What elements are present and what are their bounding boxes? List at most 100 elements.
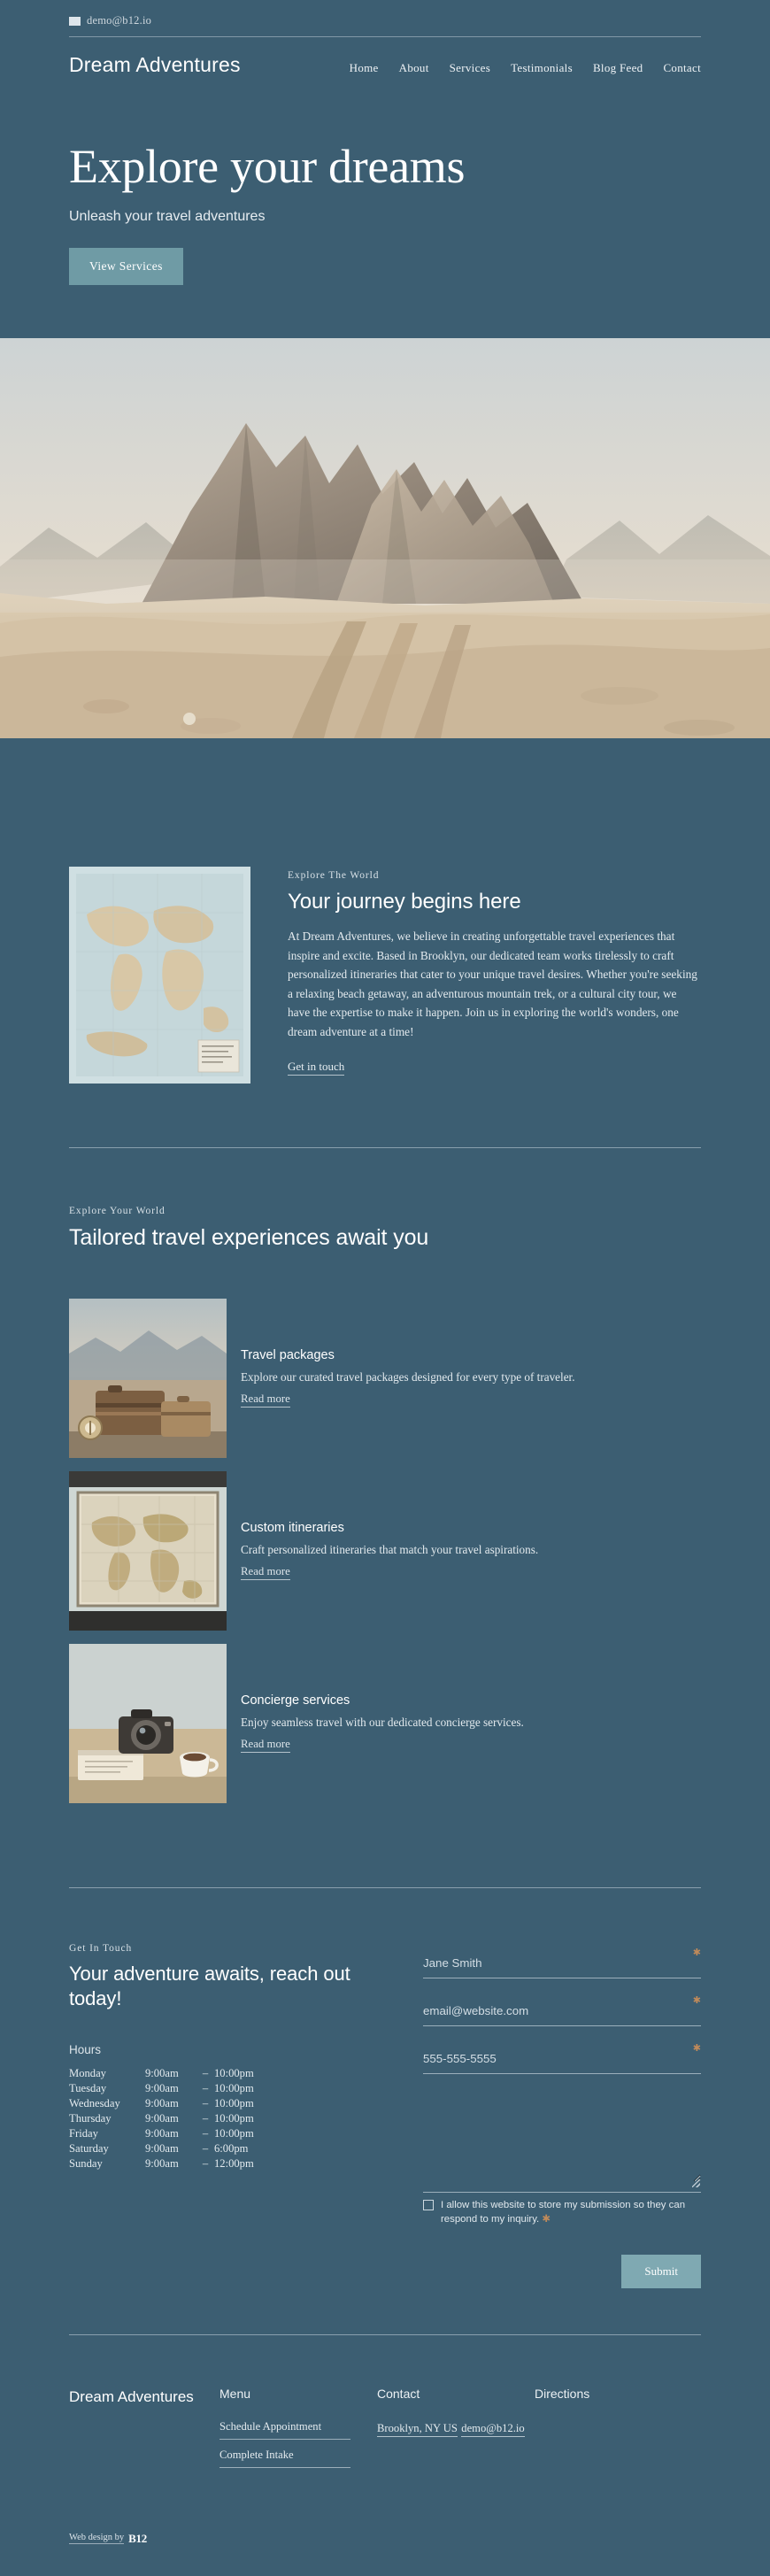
hero-title: Explore your dreams	[69, 140, 466, 193]
about-image	[69, 867, 250, 1084]
contact-info: Get In Touch Your adventure awaits, reac…	[69, 1943, 370, 2171]
hours-row: Wednesday 9:00am – 10:00pm	[69, 2096, 254, 2111]
message-textarea[interactable]	[423, 2096, 701, 2182]
get-in-touch-link[interactable]: Get in touch	[288, 1060, 345, 1076]
service-read-more-link[interactable]: Read more	[241, 1392, 290, 1408]
hero-subtitle: Unleash your travel adventures	[69, 209, 266, 225]
nav-item-testimonials[interactable]: Testimonials	[511, 61, 573, 75]
about-title: Your journey begins here	[288, 890, 521, 914]
top-bar-contact: demo@b12.io	[69, 14, 701, 36]
hours-day: Friday	[69, 2126, 98, 2140]
services-title: Tailored travel experiences await you	[69, 1225, 429, 1251]
name-field-wrap: ✱	[423, 1947, 701, 1978]
service-body: Custom itineraries Craft personalized it…	[227, 1471, 538, 1631]
about-text: Explore The World Your journey begins he…	[288, 867, 701, 1076]
consent-checkbox[interactable]	[423, 2199, 434, 2210]
hero-image	[0, 338, 770, 739]
nav-item-home[interactable]: Home	[350, 61, 379, 75]
service-image-concierge-services	[69, 1643, 227, 1803]
service-body: Concierge services Enjoy seamless travel…	[227, 1644, 524, 1803]
view-services-button[interactable]: View Services	[69, 248, 183, 286]
footer-credit: Web design by B12	[0, 2477, 770, 2576]
hours-table: Monday 9:00am – 10:00pm Tuesday 9:00am –…	[69, 2066, 254, 2171]
footer-heading-directions: Directions	[535, 2386, 590, 2401]
required-star: ✱	[692, 1947, 701, 1958]
hours-open: 9:00am	[145, 2096, 179, 2109]
footer-link-schedule-appointment[interactable]: Schedule Appointment	[219, 2420, 350, 2440]
contact-form: ✱ ✱ ✱ I allow this website to store my s…	[423, 1943, 701, 2288]
consent-label: I allow this website to store my submiss…	[441, 2198, 701, 2226]
hours-day: Saturday	[69, 2141, 109, 2155]
hours-open: 9:00am	[145, 2126, 179, 2140]
footer-column-menu: Menu Schedule Appointment Complete Intak…	[219, 2387, 377, 2477]
consent-row: I allow this website to store my submiss…	[423, 2198, 701, 2226]
hours-dash: –	[202, 2081, 209, 2094]
site-logo[interactable]: Dream Adventures	[69, 53, 241, 77]
hours-dash: –	[202, 2096, 209, 2109]
service-read-more-link[interactable]: Read more	[241, 1738, 290, 1754]
nav-item-services[interactable]: Services	[450, 61, 490, 75]
service-description: Explore our curated travel packages desi…	[241, 1370, 575, 1384]
hours-row: Monday 9:00am – 10:00pm	[69, 2066, 254, 2081]
nav-item-about[interactable]: About	[399, 61, 429, 75]
footer-link-email[interactable]: demo@b12.io	[461, 2422, 525, 2437]
mail-icon	[69, 16, 81, 26]
service-image-travel-packages	[69, 1298, 227, 1458]
service-item: Concierge services Enjoy seamless travel…	[69, 1643, 701, 1803]
service-item: Travel packages Explore our curated trav…	[69, 1298, 701, 1458]
nav-links: Home About Services Testimonials Blog Fe…	[350, 61, 701, 75]
footer-heading-menu: Menu	[219, 2386, 251, 2401]
required-star: ✱	[692, 2042, 701, 2054]
footer-brand: Dream Adventures	[69, 2387, 194, 2405]
about-section: Explore The World Your journey begins he…	[0, 738, 770, 1084]
services-eyebrow: Explore Your World	[69, 1206, 166, 1217]
footer-link-address[interactable]: Brooklyn, NY US	[377, 2422, 458, 2437]
nav-item-blog-feed[interactable]: Blog Feed	[593, 61, 643, 75]
hours-row: Tuesday 9:00am – 10:00pm	[69, 2081, 254, 2096]
hero-section: Explore your dreams Unleash your travel …	[0, 77, 770, 338]
main-navigation: Dream Adventures Home About Services Tes…	[0, 37, 770, 77]
hours-close: 10:00pm	[214, 2096, 254, 2109]
hours-day: Wednesday	[69, 2096, 120, 2109]
contact-section: Get In Touch Your adventure awaits, reac…	[0, 1888, 770, 2288]
site-footer: Dream Adventures Menu Schedule Appointme…	[0, 2335, 770, 2477]
service-item: Custom itineraries Craft personalized it…	[69, 1470, 701, 1631]
service-description: Enjoy seamless travel with our dedicated…	[241, 1716, 524, 1730]
hours-dash: –	[202, 2156, 209, 2170]
credit-brand-b12[interactable]: B12	[128, 2532, 147, 2546]
credit-text: Web design by	[69, 2533, 125, 2545]
hours-day: Thursday	[69, 2111, 112, 2125]
message-field-wrap	[423, 2096, 701, 2193]
footer-column-contact: Contact Brooklyn, NY US demo@b12.io	[377, 2387, 535, 2477]
hours-close: 6:00pm	[214, 2141, 249, 2155]
submit-button[interactable]: Submit	[621, 2254, 701, 2288]
required-star: ✱	[692, 1994, 701, 2006]
submit-row: Submit	[423, 2254, 701, 2288]
resize-handle-icon[interactable]	[692, 2179, 700, 2187]
consent-text: I allow this website to store my submiss…	[441, 2199, 686, 2225]
service-description: Craft personalized itineraries that matc…	[241, 1543, 539, 1557]
hours-day: Monday	[69, 2066, 106, 2079]
service-body: Travel packages Explore our curated trav…	[227, 1299, 575, 1458]
hours-close: 12:00pm	[214, 2156, 254, 2170]
contact-eyebrow: Get In Touch	[69, 1942, 133, 1954]
hours-open: 9:00am	[145, 2066, 179, 2079]
hours-open: 9:00am	[145, 2081, 179, 2094]
service-read-more-link[interactable]: Read more	[241, 1565, 290, 1581]
phone-input[interactable]	[423, 2048, 701, 2068]
hours-row: Saturday 9:00am – 6:00pm	[69, 2141, 254, 2156]
name-input[interactable]	[423, 1953, 701, 1972]
hours-day: Sunday	[69, 2156, 103, 2170]
footer-column-directions: Directions	[535, 2387, 589, 2477]
page-root: demo@b12.io Dream Adventures Home About …	[0, 0, 770, 2576]
service-image-custom-itineraries	[69, 1470, 227, 1631]
hours-label: Hours	[69, 2042, 102, 2056]
email-input[interactable]	[423, 2001, 701, 2020]
footer-link-complete-intake[interactable]: Complete Intake	[219, 2449, 350, 2468]
hours-dash: –	[202, 2141, 209, 2155]
nav-item-contact[interactable]: Contact	[663, 61, 701, 75]
hours-open: 9:00am	[145, 2156, 179, 2170]
hours-dash: –	[202, 2111, 209, 2125]
top-bar-email[interactable]: demo@b12.io	[87, 14, 151, 27]
hours-close: 10:00pm	[214, 2081, 254, 2094]
